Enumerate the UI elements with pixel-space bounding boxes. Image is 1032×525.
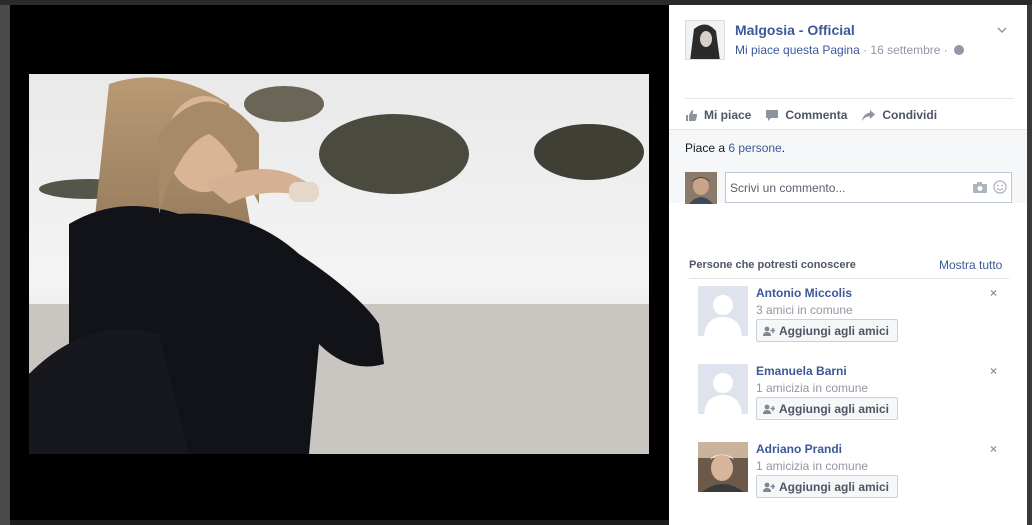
feedback-area: Piace a 6 persone. <box>669 129 1027 204</box>
person-name[interactable]: Adriano Prandi <box>756 442 842 456</box>
post-actions: Mi piace Commenta Condividi <box>685 106 951 124</box>
silhouette-icon <box>698 364 748 414</box>
list-item: Adriano Prandi 1 amicizia in comune Aggi… <box>698 442 1008 502</box>
comment-label: Commenta <box>785 108 848 122</box>
like-page-link[interactable]: Mi piace questa Pagina <box>735 43 860 57</box>
share-button[interactable]: Condividi <box>861 108 937 122</box>
like-summary: Piace a 6 persone. <box>685 141 785 155</box>
avatar[interactable] <box>698 364 748 414</box>
person-photo <box>698 442 748 492</box>
add-friend-button[interactable]: Aggiungi agli amici <box>756 475 899 498</box>
background-edge <box>1027 5 1032 525</box>
add-friend-icon <box>763 326 775 336</box>
add-friend-button[interactable]: Aggiungi agli amici <box>756 319 899 342</box>
divider <box>689 278 1009 279</box>
share-icon <box>862 109 876 121</box>
globe-icon <box>954 45 965 55</box>
chevron-down-icon[interactable] <box>997 25 1007 35</box>
add-friend-label: Aggiungi agli amici <box>779 323 890 338</box>
likers-link[interactable]: 6 persone <box>728 141 781 155</box>
likes-prefix: Piace a <box>685 141 729 155</box>
mutual-friends[interactable]: 3 amici in comune <box>756 303 853 317</box>
camera-icon[interactable] <box>973 182 987 193</box>
person-name[interactable]: Antonio Miccolis <box>756 286 852 300</box>
meta-separator-2: · <box>940 43 952 57</box>
photo-theater <box>10 5 669 520</box>
like-button[interactable]: Mi piace <box>685 108 751 122</box>
share-label: Condividi <box>882 108 938 122</box>
comment-input[interactable] <box>726 173 956 202</box>
post-meta: Mi piace questa Pagina · 16 settembre · <box>735 43 965 57</box>
see-all-link[interactable]: Mostra tutto <box>939 258 1002 272</box>
person-name[interactable]: Emanuela Barni <box>756 364 847 378</box>
photo-image <box>29 74 649 454</box>
add-friend-label: Aggiungi agli amici <box>779 401 890 416</box>
thumbs-up-icon <box>686 109 698 121</box>
dismiss-button[interactable]: × <box>990 442 997 456</box>
add-friend-icon <box>763 482 775 492</box>
divider <box>685 98 1014 99</box>
add-friend-button[interactable]: Aggiungi agli amici <box>756 397 899 420</box>
meta-separator: · <box>859 43 871 57</box>
dismiss-button[interactable]: × <box>990 286 997 300</box>
page-avatar[interactable] <box>685 20 725 60</box>
likes-suffix: . <box>781 141 786 155</box>
post-date[interactable]: 16 settembre <box>870 43 940 57</box>
comment-icon <box>766 109 779 121</box>
list-item: Emanuela Barni 1 amicizia in comune Aggi… <box>698 364 1008 424</box>
smiley-icon[interactable] <box>993 180 1007 194</box>
dismiss-button[interactable]: × <box>990 364 997 378</box>
pymk-heading: Persone che potresti conoscere <box>689 259 856 271</box>
avatar <box>685 172 717 204</box>
page-name-link[interactable]: Malgosia - Official <box>735 22 855 38</box>
like-label: Mi piace <box>704 108 752 122</box>
mutual-friends[interactable]: 1 amicizia in comune <box>756 381 868 395</box>
add-friend-label: Aggiungi agli amici <box>779 479 890 494</box>
add-friend-icon <box>763 404 775 414</box>
comment-button[interactable]: Commenta <box>765 108 847 122</box>
post-sidebar: Malgosia - Official Mi piace questa Pagi… <box>669 5 1027 525</box>
avatar[interactable] <box>698 442 748 492</box>
mutual-friends[interactable]: 1 amicizia in comune <box>756 459 868 473</box>
background-edge <box>0 5 10 525</box>
silhouette-icon <box>698 286 748 336</box>
avatar[interactable] <box>698 286 748 336</box>
list-item: Antonio Miccolis 3 amici in comune Aggiu… <box>698 286 1008 346</box>
comment-field[interactable] <box>725 172 1012 203</box>
post-photo[interactable] <box>29 74 649 454</box>
